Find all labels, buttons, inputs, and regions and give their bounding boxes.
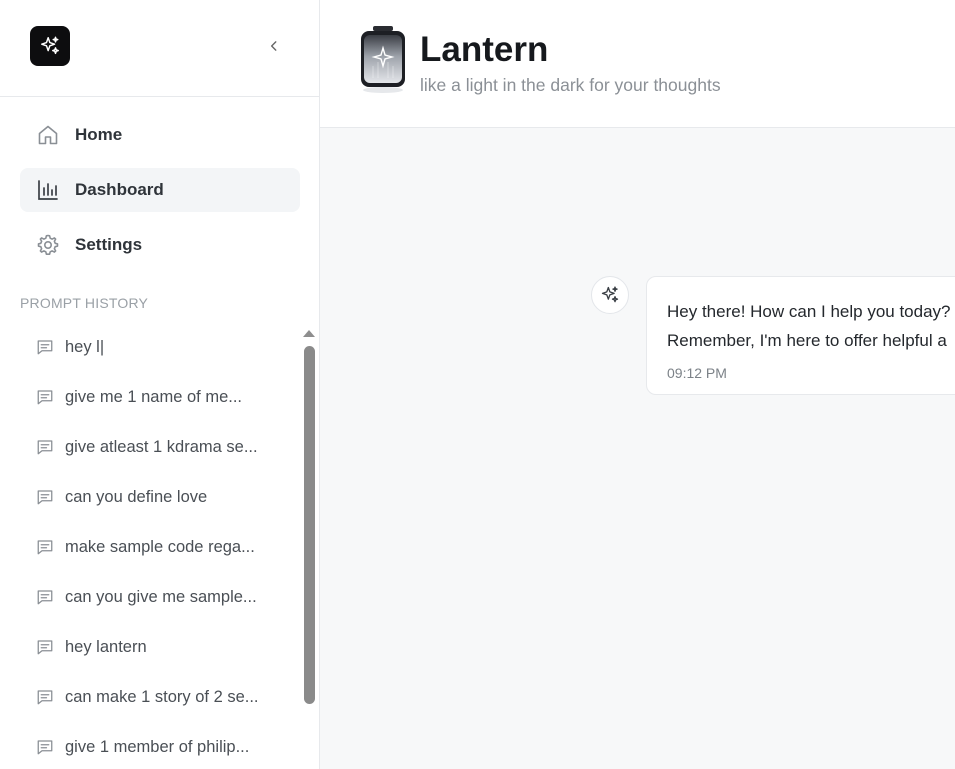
- scroll-up-arrow[interactable]: [303, 330, 315, 337]
- page-subtitle: like a light in the dark for your though…: [420, 75, 721, 95]
- history-item[interactable]: can you define love: [20, 472, 290, 522]
- chevron-left-icon: [270, 41, 277, 51]
- app-header: Lantern like a light in the dark for you…: [320, 0, 955, 128]
- sidebar-header: [0, 0, 319, 97]
- home-icon: [36, 123, 60, 147]
- nav-item-dashboard[interactable]: Dashboard: [20, 168, 300, 212]
- prompt-history-heading: PROMPT HISTORY: [20, 295, 149, 311]
- message-timestamp: 09:12 PM: [667, 365, 727, 381]
- message-icon: [35, 687, 55, 707]
- nav-item-label: Settings: [75, 235, 143, 254]
- history-item-label: can you define love: [65, 487, 208, 506]
- history-item[interactable]: can make 1 story of 2 se...: [20, 672, 290, 722]
- history-item[interactable]: hey lantern: [20, 622, 290, 672]
- history-item[interactable]: give 1 member of philip...: [20, 722, 290, 769]
- message-text-line: Hey there! How can I help you today?: [667, 302, 951, 321]
- history-item-label: give 1 member of philip...: [65, 737, 250, 756]
- history-item-label: make sample code rega...: [65, 537, 255, 556]
- nav-item-settings[interactable]: Settings: [20, 223, 300, 267]
- history-item-label: hey l|: [65, 337, 105, 356]
- history-item[interactable]: give atleast 1 kdrama se...: [20, 422, 290, 472]
- app-logo[interactable]: [30, 26, 70, 66]
- history-item-label: can make 1 story of 2 se...: [65, 687, 259, 706]
- message-icon: [35, 387, 55, 407]
- bot-message-bubble: Hey there! How can I help you today? Rem…: [646, 276, 955, 395]
- history-item-label: can you give me sample...: [65, 587, 257, 606]
- nav-item-label: Home: [75, 125, 123, 144]
- prompt-history-list: hey l| give me 1 name of me... give atle…: [20, 322, 290, 769]
- history-item-label: give me 1 name of me...: [65, 387, 242, 406]
- sparkle-icon: [41, 36, 59, 55]
- history-item-label: give atleast 1 kdrama se...: [65, 437, 258, 456]
- message-icon: [35, 437, 55, 457]
- message-icon: [35, 537, 55, 557]
- bar-chart-icon: [36, 178, 60, 202]
- history-item[interactable]: make sample code rega...: [20, 522, 290, 572]
- message-icon: [35, 587, 55, 607]
- gear-icon: [36, 233, 60, 257]
- collapse-sidebar-button[interactable]: [262, 34, 286, 58]
- history-item[interactable]: give me 1 name of me...: [20, 372, 290, 422]
- nav-item-label: Dashboard: [75, 180, 164, 199]
- message-icon: [35, 637, 55, 657]
- main-nav: Home Dashboard Settings: [20, 113, 300, 278]
- message-icon: [35, 737, 55, 757]
- history-item-label: hey lantern: [65, 637, 147, 656]
- sidebar: Home Dashboard Settings PROMPT HISTORY h…: [0, 0, 320, 769]
- message-icon: [35, 337, 55, 357]
- sparkle-icon: [601, 286, 619, 303]
- message-text-line: Remember, I'm here to offer helpful a: [667, 331, 947, 350]
- bot-avatar: [591, 276, 629, 314]
- history-item[interactable]: can you give me sample...: [20, 572, 290, 622]
- history-item[interactable]: hey l|: [20, 322, 290, 372]
- message-icon: [35, 487, 55, 507]
- scrollbar-thumb[interactable]: [304, 346, 315, 704]
- lantern-icon: [361, 26, 405, 93]
- page-title: Lantern: [420, 30, 549, 69]
- nav-item-home[interactable]: Home: [20, 113, 300, 157]
